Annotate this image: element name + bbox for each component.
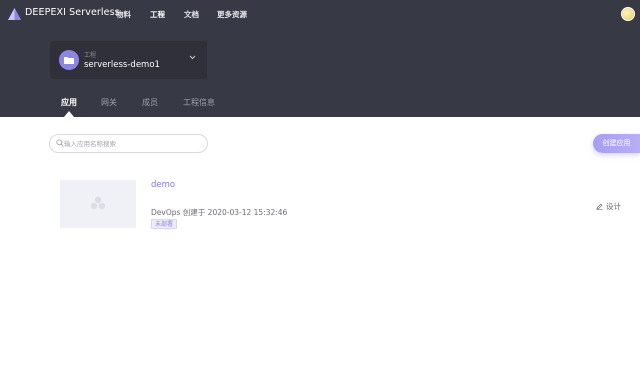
top-navigation-bar: DEEPEXI Serverless 物料 工程 文档 更多资源 bbox=[0, 0, 640, 28]
search-input[interactable] bbox=[64, 138, 202, 150]
search-icon bbox=[56, 139, 64, 147]
create-app-button[interactable]: 创建应用 bbox=[593, 134, 640, 153]
nav-item-more-resources[interactable]: 更多资源 bbox=[217, 9, 247, 20]
tab-apps[interactable]: 应用 bbox=[61, 97, 77, 108]
tab-project-info[interactable]: 工程信息 bbox=[183, 97, 215, 108]
app-thumbnail[interactable] bbox=[60, 180, 136, 228]
status-badge: 未部署 bbox=[151, 219, 178, 229]
project-selector[interactable]: 工程 serverless-demo1 bbox=[50, 41, 207, 79]
nav-item-materials[interactable]: 物料 bbox=[116, 9, 131, 20]
active-tab-indicator bbox=[64, 111, 74, 117]
design-button-label: 设计 bbox=[606, 202, 621, 211]
project-name: serverless-demo1 bbox=[84, 60, 160, 70]
app-search-box[interactable] bbox=[49, 134, 208, 153]
app-created-info: DevOps 创建于 2020-03-12 15:32:46 bbox=[151, 208, 288, 217]
header: DEEPEXI Serverless 物料 工程 文档 更多资源 工程 serv… bbox=[0, 0, 640, 117]
folder-icon bbox=[59, 50, 79, 70]
brand-name[interactable]: DEEPEXI Serverless bbox=[25, 7, 120, 18]
app-name-link[interactable]: demo bbox=[151, 180, 175, 190]
nav-item-docs[interactable]: 文档 bbox=[184, 9, 199, 20]
project-label: 工程 bbox=[84, 52, 97, 59]
app-placeholder-icon bbox=[90, 196, 106, 210]
tab-members[interactable]: 成员 bbox=[142, 97, 158, 108]
tab-gateway[interactable]: 网关 bbox=[101, 97, 117, 108]
edit-icon bbox=[596, 203, 603, 210]
design-button[interactable]: 设计 bbox=[596, 201, 621, 212]
chevron-down-icon[interactable] bbox=[189, 55, 196, 60]
triangle-logo-icon bbox=[8, 8, 21, 20]
user-avatar[interactable] bbox=[621, 7, 635, 21]
nav-item-projects[interactable]: 工程 bbox=[150, 9, 165, 20]
